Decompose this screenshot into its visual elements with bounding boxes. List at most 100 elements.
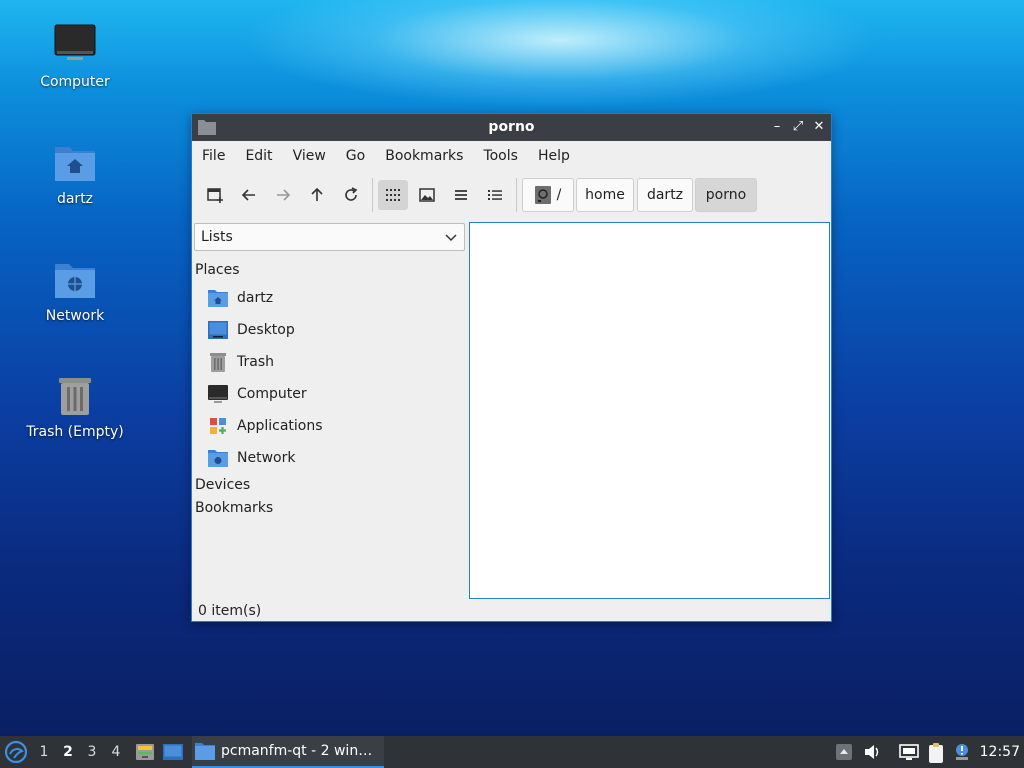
drive-icon (534, 186, 551, 204)
place-item-desktop[interactable]: Desktop (208, 317, 458, 343)
menu-edit[interactable]: Edit (235, 148, 282, 164)
computer-icon (208, 385, 228, 403)
reload-button[interactable] (336, 180, 366, 210)
taskbar: 1 2 3 4 pcmanfm-qt - 2 windo… 12:57 (0, 736, 1024, 768)
desktop-icon (208, 321, 228, 339)
tray-volume[interactable] (862, 742, 882, 762)
toolbar-separator (372, 178, 373, 212)
trash-icon (59, 378, 91, 415)
close-button[interactable]: ✕ (810, 118, 828, 136)
breadcrumb-home[interactable]: home (576, 178, 634, 212)
menu-bookmarks[interactable]: Bookmarks (375, 148, 473, 164)
breadcrumb-label: dartz (646, 187, 684, 203)
arrow-up-icon (311, 187, 323, 201)
workspace-4[interactable]: 4 (105, 736, 127, 768)
list-icon (455, 190, 467, 200)
detailed-list-icon (488, 190, 502, 200)
place-item-trash[interactable]: Trash (208, 349, 458, 375)
place-label: dartz (237, 290, 274, 306)
places-heading[interactable]: Places (195, 262, 240, 278)
taskbar-clock[interactable]: 12:57 (980, 736, 1020, 768)
home-folder-icon (208, 290, 228, 307)
arrow-left-icon (241, 189, 255, 201)
back-button[interactable] (234, 180, 264, 210)
breadcrumb-porno[interactable]: porno (695, 178, 757, 212)
side-pane-mode-value: Lists (201, 229, 233, 245)
new-tab-button[interactable] (200, 180, 230, 210)
reload-icon (345, 187, 358, 201)
window-titlebar[interactable]: porno – ⤢ ✕ (192, 114, 831, 141)
file-manager-icon (136, 744, 154, 760)
tray-updates[interactable] (952, 742, 972, 762)
menu-help[interactable]: Help (528, 148, 580, 164)
forward-button[interactable] (268, 180, 298, 210)
menu-go[interactable]: Go (336, 148, 375, 164)
maximize-button[interactable]: ⤢ (789, 118, 807, 136)
icon-view-button[interactable] (378, 180, 408, 210)
taskbar-window-button[interactable]: pcmanfm-qt - 2 windo… (192, 736, 384, 768)
tray-network[interactable] (898, 742, 919, 762)
chevron-up-icon (836, 744, 852, 760)
updates-icon (956, 744, 968, 760)
computer-icon (54, 24, 96, 60)
show-desktop-icon (163, 744, 183, 760)
thumbnail-view-button[interactable] (412, 180, 442, 210)
menu-tools[interactable]: Tools (473, 148, 528, 164)
devices-heading[interactable]: Devices (195, 477, 250, 493)
network-folder-icon (208, 450, 228, 467)
desktop-icon-home[interactable]: dartz (20, 139, 130, 207)
tray-clipboard[interactable] (926, 742, 946, 763)
network-icon (899, 744, 919, 760)
place-label: Computer (237, 386, 307, 402)
tray-notifications[interactable] (834, 742, 854, 762)
lxqt-logo-icon (4, 740, 28, 764)
side-pane-mode-select[interactable]: Lists (194, 223, 465, 251)
minimize-button[interactable]: – (768, 118, 786, 136)
place-item-applications[interactable]: Applications (208, 413, 458, 439)
place-label: Desktop (237, 322, 295, 338)
breadcrumb-label: / (556, 187, 562, 203)
compact-view-button[interactable] (446, 180, 476, 210)
breadcrumb-dartz[interactable]: dartz (637, 178, 693, 212)
menu-bar: File Edit View Go Bookmarks Tools Help (192, 142, 831, 170)
up-button[interactable] (302, 180, 332, 210)
quicklaunch-desktop[interactable] (162, 741, 184, 763)
toolbar: / home dartz porno (192, 176, 831, 214)
trash-icon (210, 353, 226, 372)
place-item-computer[interactable]: Computer (208, 381, 458, 407)
place-item-dartz[interactable]: dartz (208, 285, 458, 311)
status-bar-text: 0 item(s) (198, 603, 262, 619)
detailed-view-button[interactable] (480, 180, 510, 210)
desktop-icon-label: Computer (40, 74, 110, 90)
desktop-icon-computer[interactable]: Computer (20, 22, 130, 90)
workspace-1[interactable]: 1 (33, 736, 55, 768)
new-tab-icon (207, 188, 223, 203)
toolbar-separator (516, 178, 517, 212)
bookmarks-heading[interactable]: Bookmarks (195, 500, 273, 516)
desktop-icon-network[interactable]: Network (20, 256, 130, 324)
grid-icon (386, 189, 400, 201)
desktop: Computer dartz Network Trash (Empty) por… (0, 0, 1024, 736)
breadcrumb-label: porno (705, 187, 747, 203)
window-title: porno (488, 119, 535, 135)
menu-view[interactable]: View (283, 148, 336, 164)
desktop-icon-label: Network (45, 308, 105, 324)
place-item-network[interactable]: Network (208, 445, 458, 471)
chevron-down-icon (445, 234, 457, 242)
menu-file[interactable]: File (192, 148, 235, 164)
place-label: Network (237, 450, 296, 466)
desktop-icon-trash[interactable]: Trash (Empty) (20, 372, 130, 440)
volume-icon (865, 745, 879, 759)
home-folder-icon (55, 147, 95, 181)
place-label: Trash (237, 354, 274, 370)
breadcrumb-root[interactable]: / (522, 178, 574, 212)
main-menu-button[interactable] (4, 740, 28, 764)
file-list-view[interactable] (469, 222, 830, 599)
taskbar-window-label: pcmanfm-qt - 2 windo… (221, 743, 381, 759)
folder-icon (195, 743, 215, 760)
place-label: Applications (237, 418, 323, 434)
quicklaunch-file-manager[interactable] (134, 741, 156, 763)
workspace-3[interactable]: 3 (81, 736, 103, 768)
workspace-2[interactable]: 2 (57, 736, 79, 768)
file-manager-window: porno – ⤢ ✕ File Edit View Go Bookmarks … (191, 113, 832, 622)
